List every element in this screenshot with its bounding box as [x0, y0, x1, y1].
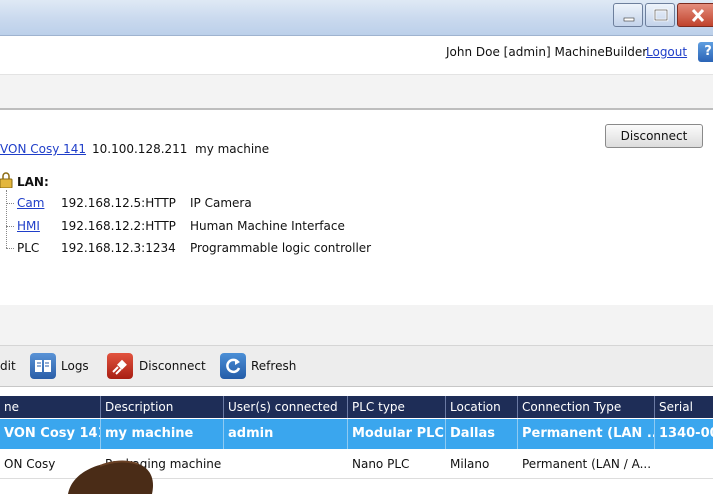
lan-item-description: Programmable logic controller: [190, 241, 372, 255]
lan-item-plc: PLC: [17, 241, 40, 255]
table-cell: Permanent (LAN / A...: [522, 457, 652, 471]
character-illustration: [68, 460, 154, 494]
tree-branch: [6, 248, 14, 249]
tree-branch: [6, 226, 14, 227]
lan-label: LAN:: [17, 175, 49, 189]
window-titlebar: [0, 0, 713, 36]
column-header-serial[interactable]: Serial Nu: [655, 396, 713, 436]
table-cell: [655, 450, 713, 478]
tree-line: [6, 190, 7, 248]
column-header-plc-type[interactable]: PLC type: [348, 396, 446, 418]
lock-icon: [0, 172, 13, 188]
table-cell: Permanent (LAN ...: [518, 419, 655, 449]
table-cell: 1340-00: [659, 426, 713, 441]
minimize-button[interactable]: [613, 3, 643, 27]
table-cell: [224, 450, 348, 478]
maximize-button[interactable]: [645, 3, 675, 27]
lan-item-address: 192.168.12.3:1234: [61, 241, 176, 255]
lan-item-description: IP Camera: [190, 196, 252, 210]
lan-item-cam-link[interactable]: Cam: [17, 196, 44, 210]
device-ip: 10.100.128.211: [92, 142, 188, 156]
device-name-link[interactable]: VON Cosy 141: [0, 142, 86, 156]
lan-item-address: 192.168.12.5:HTTP: [61, 196, 176, 210]
lan-item-description: Human Machine Interface: [190, 219, 345, 233]
refresh-icon[interactable]: [220, 353, 246, 379]
disconnect-button[interactable]: Disconnect: [605, 124, 703, 148]
user-info: John Doe [admin] MachineBuilder: [446, 45, 648, 59]
table-cell: Dallas: [446, 419, 518, 449]
logout-link[interactable]: Logout: [646, 45, 687, 59]
table-cell: Modular PLC: [348, 419, 446, 449]
column-header-description[interactable]: Description: [101, 396, 224, 418]
table-cell: admin: [224, 419, 348, 449]
maximize-icon: [653, 8, 669, 22]
lan-item-address: 192.168.12.2:HTTP: [61, 219, 176, 233]
refresh-button[interactable]: Refresh: [251, 359, 296, 373]
table-cell: Milano: [450, 457, 490, 471]
close-icon: [691, 8, 705, 23]
column-header-connection-type[interactable]: Connection Type: [518, 396, 655, 418]
disconnect-toolbar-button[interactable]: Disconnect: [139, 359, 206, 373]
minimize-icon: [623, 17, 635, 22]
book-icon[interactable]: [30, 353, 56, 379]
table-cell: my machine: [101, 419, 224, 449]
device-description: my machine: [195, 142, 270, 156]
table-cell: VON Cosy 141: [0, 419, 101, 449]
column-header-name[interactable]: ne: [0, 396, 101, 418]
lan-item-hmi-link[interactable]: HMI: [17, 219, 40, 233]
section-band: [0, 305, 713, 346]
table-cell: Nano PLC: [352, 457, 410, 471]
edit-button[interactable]: dit: [0, 359, 16, 373]
plug-disconnect-icon[interactable]: [107, 353, 133, 379]
tree-branch: [6, 203, 14, 204]
column-header-location[interactable]: Location: [446, 396, 518, 418]
column-header-users[interactable]: User(s) connected: [224, 396, 348, 418]
close-button[interactable]: [677, 3, 713, 27]
section-band: [0, 74, 713, 109]
logs-button[interactable]: Logs: [61, 359, 89, 373]
help-icon[interactable]: ?: [698, 42, 713, 62]
